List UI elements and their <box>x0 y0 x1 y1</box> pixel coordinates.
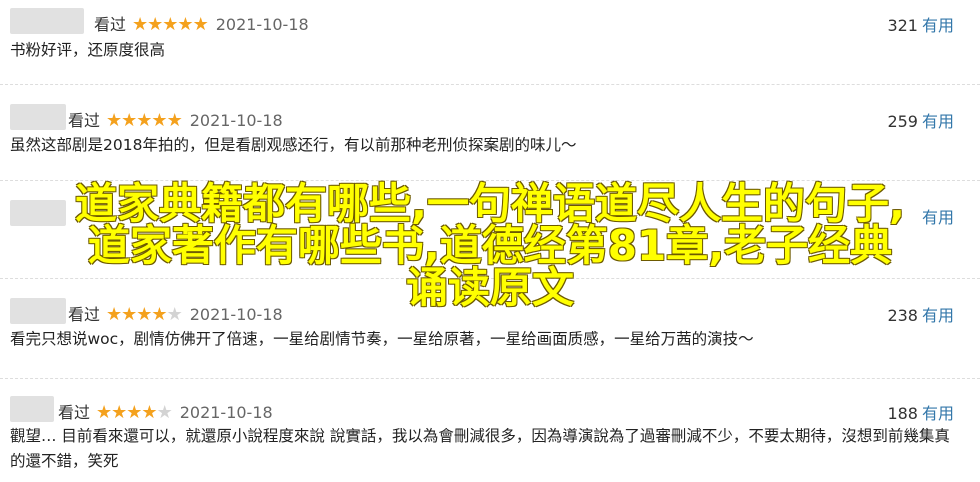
vote-count: 321 有用 <box>887 16 954 35</box>
watch-status: 看过 <box>94 15 127 34</box>
vote-count: 259 有用 <box>887 112 954 131</box>
review-meta: 看过 ★★★★★ 2021-10-18 <box>58 399 273 423</box>
divider <box>0 84 980 86</box>
watch-status: 看过 <box>68 111 101 130</box>
overlay-title-line-3: 诵读原文 <box>405 263 574 312</box>
avatar[interactable] <box>10 8 84 34</box>
review-date: 2021-10-18 <box>215 15 309 34</box>
vote-count: 188 有用 <box>887 404 954 423</box>
avatar[interactable] <box>10 104 66 130</box>
review-content: 书粉好评，还原度很高 <box>10 41 166 59</box>
useful-button[interactable]: 有用 <box>922 112 954 131</box>
divider <box>0 378 980 380</box>
rating-stars-icon: ★★★★★ <box>96 402 173 423</box>
avatar[interactable] <box>10 396 54 422</box>
watch-status: 看过 <box>58 403 91 422</box>
rating-stars-icon: ★★★★★ <box>106 110 183 131</box>
review-meta: 看过 ★★★★★ 2021-10-18 <box>68 107 283 131</box>
review-meta: 看过 ★★★★★ 2021-10-18 <box>94 11 309 35</box>
rating-stars-icon: ★★★★★ <box>132 14 209 35</box>
review-date: 2021-10-18 <box>179 403 273 422</box>
useful-button[interactable]: 有用 <box>922 16 954 35</box>
review-content: 觀望… 目前看來還可以，就還原小說程度來說 說實話，我以為會刪減很多，因為導演說… <box>10 427 950 470</box>
review-date: 2021-10-18 <box>189 111 283 130</box>
useful-button[interactable]: 有用 <box>922 404 954 423</box>
review-content: 看完只想说woc，剧情仿佛开了倍速，一星给剧情节奏，一星给原著，一星给画面质感，… <box>10 330 754 348</box>
review-content: 虽然这部剧是2018年拍的，但是看剧观感还行，有以前那种老刑侦探案剧的味儿～ <box>10 136 577 154</box>
